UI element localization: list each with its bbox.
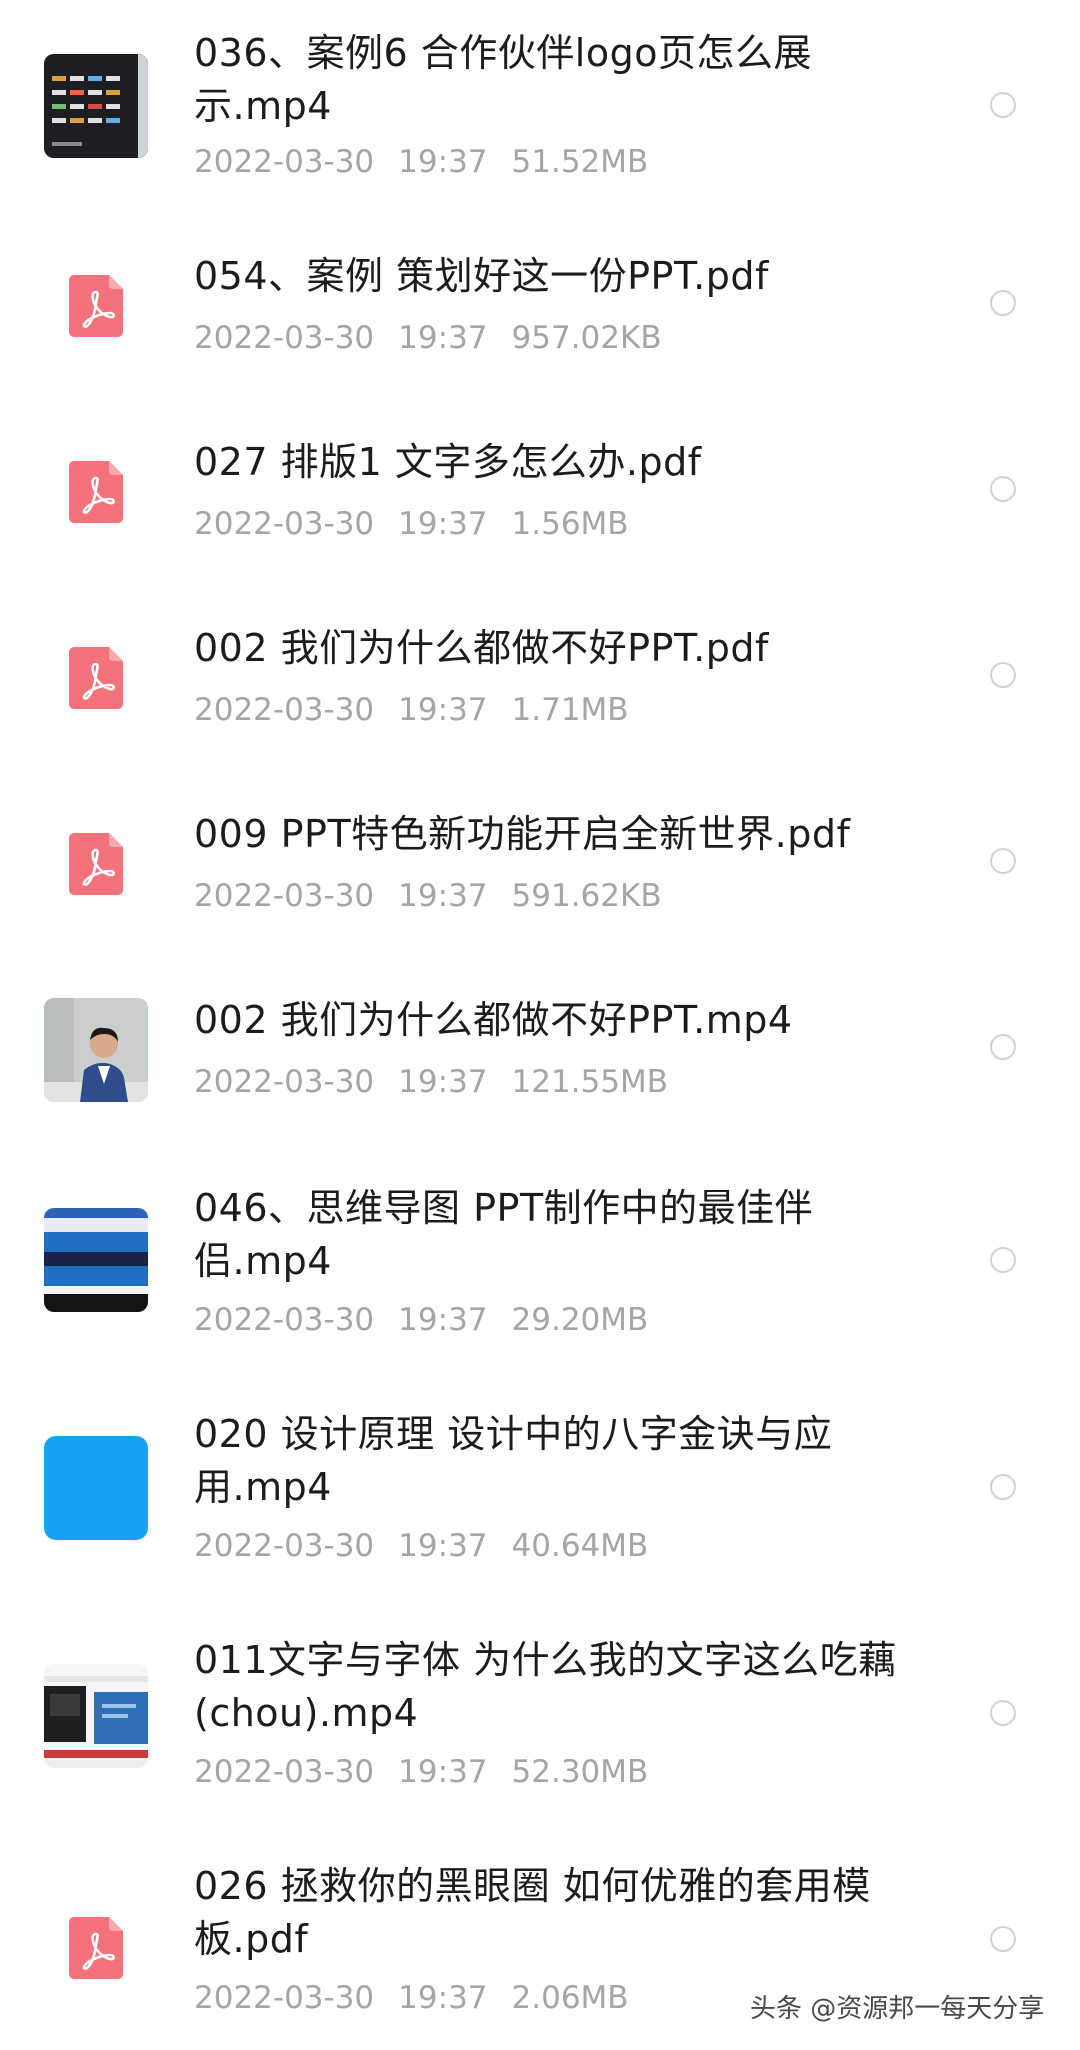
select-checkbox[interactable]	[990, 1700, 1016, 1726]
file-name: 002 我们为什么都做不好PPT.mp4	[194, 998, 793, 1042]
file-size: 957.02KB	[511, 320, 662, 356]
file-time: 19:37	[398, 1302, 488, 1338]
video-thumbnail	[44, 1208, 148, 1312]
file-name: 036、案例6 合作伙伴logo页怎么展 示.mp4	[194, 31, 812, 128]
file-size: 121.55MB	[511, 1064, 668, 1100]
file-date: 2022-03-30	[194, 1980, 375, 2016]
file-time: 19:37	[398, 878, 488, 914]
file-time: 19:37	[398, 1064, 488, 1100]
file-date: 2022-03-30	[194, 692, 375, 728]
file-size: 1.71MB	[511, 692, 629, 728]
file-time: 19:37	[398, 692, 488, 728]
file-name: 009 PPT特色新功能开启全新世界.pdf	[194, 812, 851, 856]
file-name: 011文字与字体 为什么我的文字这么吃藕 (chou).mp4	[194, 1638, 897, 1735]
file-meta: 2022-03-30 19:37 1.56MB	[194, 504, 653, 544]
file-size: 52.30MB	[511, 1754, 649, 1790]
select-checkbox[interactable]	[990, 1247, 1016, 1273]
file-date: 2022-03-30	[194, 1302, 375, 1338]
file-meta: 2022-03-30 19:37 40.64MB	[194, 1526, 672, 1566]
select-checkbox[interactable]	[990, 1926, 1016, 1952]
file-meta: 2022-03-30 19:37 29.20MB	[194, 1300, 672, 1340]
file-size: 29.20MB	[511, 1302, 649, 1338]
file-meta: 2022-03-30 19:37 121.55MB	[194, 1062, 692, 1102]
pdf-icon	[69, 275, 123, 337]
select-checkbox[interactable]	[990, 1034, 1016, 1060]
pdf-icon	[69, 1917, 123, 1979]
select-checkbox[interactable]	[990, 662, 1016, 688]
file-size: 40.64MB	[511, 1528, 649, 1564]
file-time: 19:37	[398, 506, 488, 542]
file-size: 51.52MB	[511, 144, 649, 180]
select-checkbox[interactable]	[990, 290, 1016, 316]
pdf-icon	[69, 647, 123, 709]
video-thumbnail	[44, 1436, 148, 1540]
video-thumbnail	[44, 54, 148, 158]
watermark: 头条 @资源邦一每天分享	[750, 1994, 1045, 2024]
file-meta: 2022-03-30 19:37 591.62KB	[194, 876, 686, 916]
video-thumbnail	[44, 1664, 148, 1768]
file-time: 19:37	[398, 144, 488, 180]
file-meta: 2022-03-30 19:37 957.02KB	[194, 318, 686, 358]
file-date: 2022-03-30	[194, 1064, 375, 1100]
file-time: 19:37	[398, 1754, 488, 1790]
select-checkbox[interactable]	[990, 848, 1016, 874]
file-date: 2022-03-30	[194, 506, 375, 542]
file-date: 2022-03-30	[194, 144, 375, 180]
select-checkbox[interactable]	[990, 92, 1016, 118]
file-time: 19:37	[398, 1528, 488, 1564]
file-date: 2022-03-30	[194, 320, 375, 356]
file-meta: 2022-03-30 19:37 52.30MB	[194, 1752, 672, 1792]
file-time: 19:37	[398, 320, 488, 356]
video-thumbnail	[44, 998, 148, 1102]
select-checkbox[interactable]	[990, 1474, 1016, 1500]
file-date: 2022-03-30	[194, 1754, 375, 1790]
file-name: 020 设计原理 设计中的八字金诀与应 用.mp4	[194, 1412, 833, 1509]
file-name: 026 拯救你的黑眼圈 如何优雅的套用模 板.pdf	[194, 1864, 871, 1961]
file-meta: 2022-03-30 19:37 51.52MB	[194, 142, 672, 182]
file-size: 591.62KB	[511, 878, 662, 914]
pdf-icon	[69, 461, 123, 523]
file-size: 1.56MB	[511, 506, 629, 542]
file-size: 2.06MB	[511, 1980, 629, 2016]
file-name: 002 我们为什么都做不好PPT.pdf	[194, 626, 769, 670]
file-name: 046、思维导图 PPT制作中的最佳伴 侣.mp4	[194, 1186, 814, 1283]
file-meta: 2022-03-30 19:37 1.71MB	[194, 690, 653, 730]
file-name: 054、案例 策划好这一份PPT.pdf	[194, 254, 769, 298]
file-date: 2022-03-30	[194, 1528, 375, 1564]
file-meta: 2022-03-30 19:37 2.06MB	[194, 1978, 653, 2018]
file-list: 036、案例6 合作伙伴logo页怎么展 示.mp4 2022-03-30 19:…	[0, 0, 1080, 2050]
file-date: 2022-03-30	[194, 878, 375, 914]
select-checkbox[interactable]	[990, 476, 1016, 502]
file-time: 19:37	[398, 1980, 488, 2016]
pdf-icon	[69, 833, 123, 895]
file-name: 027 排版1 文字多怎么办.pdf	[194, 440, 702, 484]
